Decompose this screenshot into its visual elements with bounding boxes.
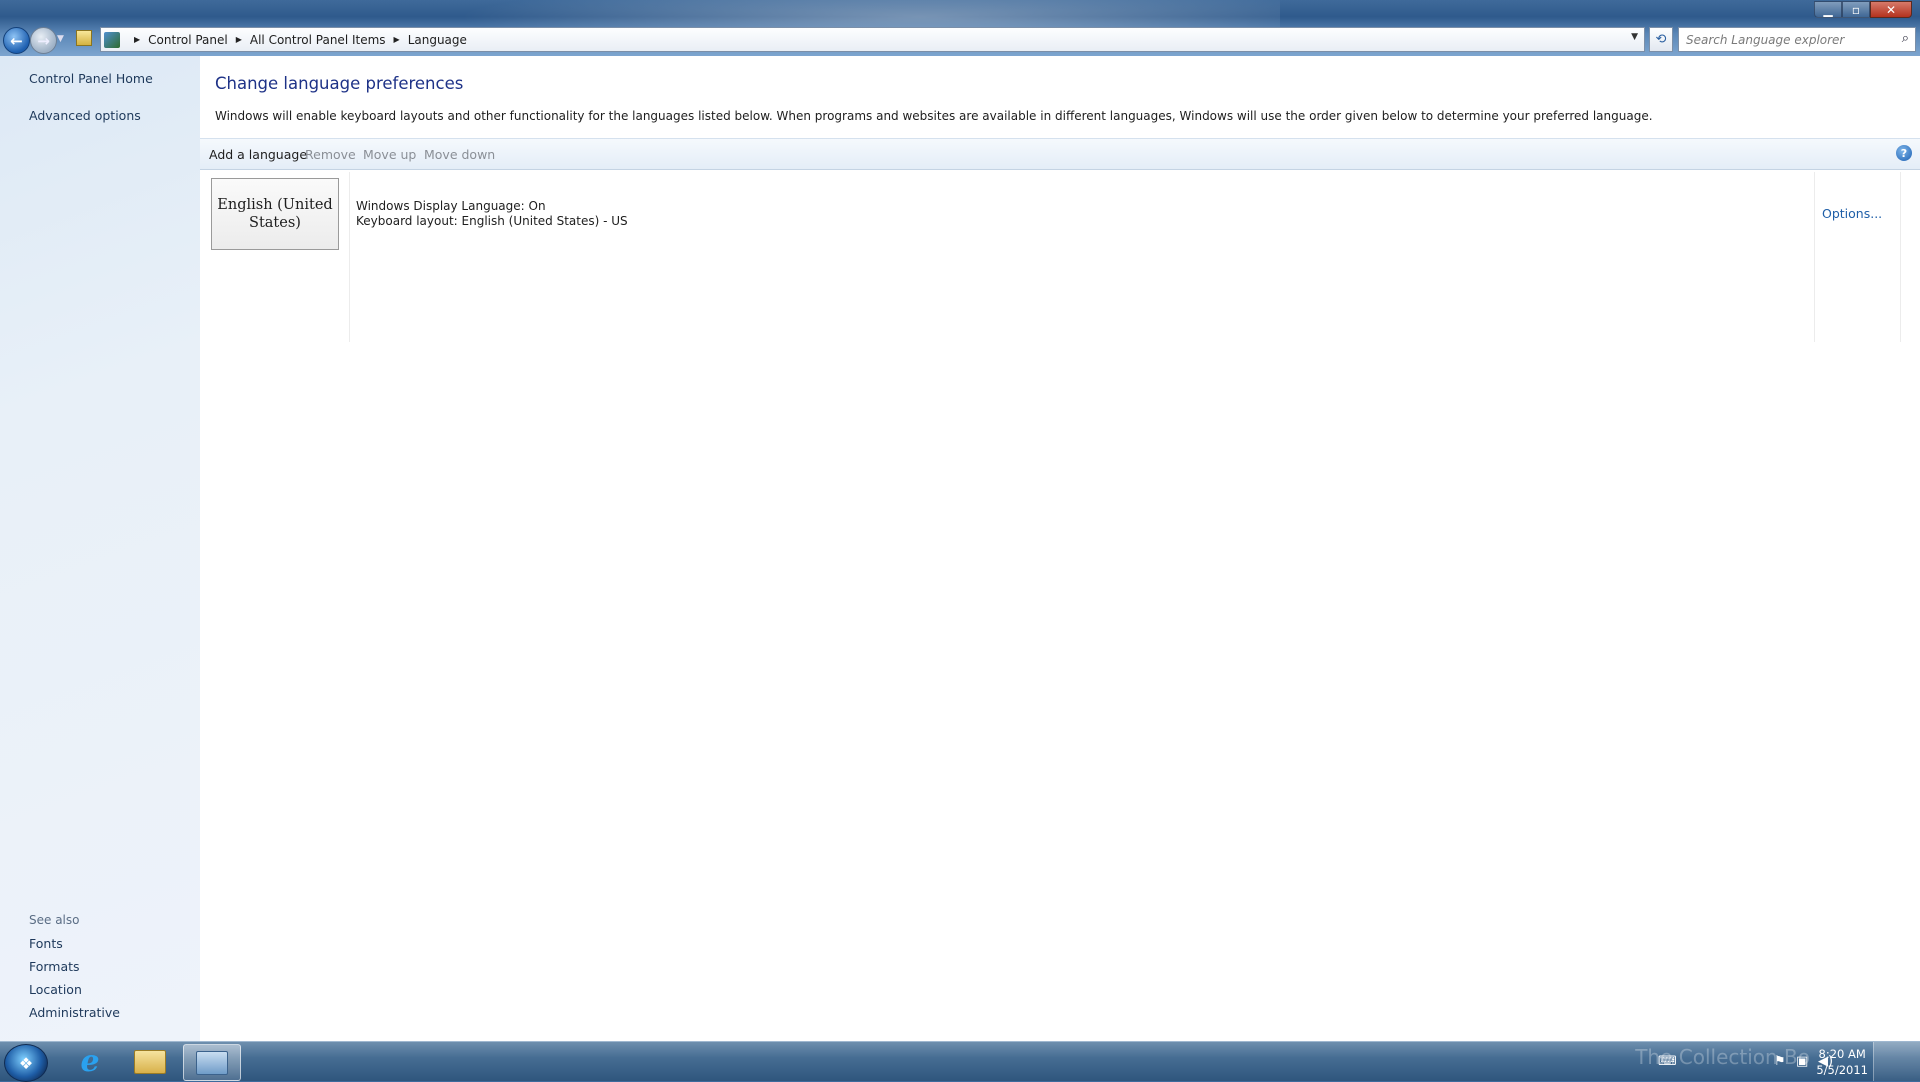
folder-icon	[134, 1049, 166, 1074]
folder-up-icon[interactable]	[76, 30, 92, 46]
sidebar-link-control-panel-home[interactable]: Control Panel Home	[29, 71, 153, 86]
column-divider	[1900, 172, 1901, 342]
see-also-link-fonts[interactable]: Fonts	[29, 936, 63, 951]
maximize-icon: ▫	[1851, 2, 1861, 17]
sidebar-link-advanced-options[interactable]: Advanced options	[29, 108, 141, 123]
breadcrumb-control-panel[interactable]: Control Panel	[148, 33, 228, 47]
minimize-button[interactable]: ▁	[1814, 1, 1842, 18]
left-navigation-pane: Control Panel Home Advanced options See …	[0, 56, 200, 1041]
search-icon[interactable]: ⌕	[1902, 31, 1909, 46]
taskbar: ❖ e The Collection Bo ⌨ ⚑ ▣ ◀) 8:20 AM 5…	[0, 1041, 1920, 1082]
chevron-down-icon: ▼	[57, 34, 64, 44]
network-icon[interactable]: ▣	[1796, 1054, 1808, 1069]
display-language-status: Windows Display Language: On	[356, 199, 546, 213]
language-list-item[interactable]: English (United States) Windows Display …	[200, 172, 1901, 342]
forward-arrow-icon: →	[37, 31, 50, 50]
page-title: Change language preferences	[215, 74, 464, 93]
close-button[interactable]: ✕	[1870, 1, 1912, 18]
remove-button[interactable]: Remove	[305, 147, 356, 162]
window-controls: ▁ ▫ ✕	[1814, 1, 1912, 18]
close-icon: ✕	[1885, 2, 1897, 17]
maximize-button[interactable]: ▫	[1842, 1, 1870, 18]
address-dropdown-icon[interactable]: ▼	[1631, 32, 1638, 42]
taskbar-internet-explorer[interactable]: e	[62, 1044, 118, 1079]
help-icon[interactable]: ?	[1896, 145, 1912, 161]
recent-pages-dropdown[interactable]: ▼	[57, 34, 64, 44]
clock-time: 8:20 AM	[1818, 1047, 1866, 1061]
language-toolbar: Add a language Remove Move up Move down …	[200, 138, 1920, 170]
show-desktop-button[interactable]	[1873, 1042, 1920, 1081]
breadcrumb-all-items[interactable]: All Control Panel Items	[250, 33, 386, 47]
minimize-icon: ▁	[1823, 2, 1833, 17]
move-down-button[interactable]: Move down	[424, 147, 495, 162]
control-panel-icon	[104, 31, 120, 48]
back-button[interactable]: ←	[3, 27, 30, 54]
column-divider	[349, 172, 350, 342]
see-also-link-formats[interactable]: Formats	[29, 959, 80, 974]
windows-logo-icon: ❖	[18, 1053, 34, 1073]
clock-date: 5/5/2011	[1816, 1063, 1868, 1077]
main-content: Change language preferences Windows will…	[200, 56, 1920, 1041]
internet-explorer-icon: e	[80, 1044, 100, 1079]
back-arrow-icon: ←	[10, 31, 23, 50]
language-options-link[interactable]: Options...	[1822, 206, 1882, 221]
column-divider	[1814, 172, 1815, 342]
see-also-link-location[interactable]: Location	[29, 982, 82, 997]
search-box[interactable]: ⌕	[1678, 27, 1916, 52]
refresh-button[interactable]: ⟲	[1649, 27, 1673, 52]
address-bar[interactable]: ▶ Control Panel ▶ All Control Panel Item…	[100, 27, 1645, 52]
action-center-flag-icon[interactable]: ⚑	[1774, 1054, 1786, 1069]
start-button[interactable]: ❖	[4, 1044, 48, 1082]
breadcrumb-chevron-icon[interactable]: ▶	[236, 35, 242, 44]
keyboard-language-icon[interactable]: ⌨	[1658, 1054, 1677, 1069]
language-tile[interactable]: English (United States)	[211, 178, 339, 250]
see-also-link-administrative[interactable]: Administrative	[29, 1005, 120, 1020]
taskbar-control-panel[interactable]	[183, 1044, 241, 1081]
keyboard-layout-info: Keyboard layout: English (United States)…	[356, 214, 628, 228]
breadcrumb-language[interactable]: Language	[408, 33, 467, 47]
language-tile-name-line1: English (United	[217, 197, 333, 213]
search-input[interactable]	[1684, 31, 1888, 48]
breadcrumb-chevron-icon[interactable]: ▶	[134, 35, 140, 44]
language-details: Windows Display Language: On Keyboard la…	[356, 199, 628, 229]
breadcrumb-chevron-icon[interactable]: ▶	[394, 35, 400, 44]
language-tile-name-line2: States)	[249, 215, 301, 231]
control-panel-icon	[196, 1050, 228, 1075]
see-also-heading: See also	[29, 913, 80, 927]
forward-button[interactable]: →	[30, 27, 57, 54]
taskbar-windows-explorer[interactable]	[122, 1044, 178, 1079]
system-tray: The Collection Bo ⌨ ⚑ ▣ ◀) 8:20 AM 5/5/2…	[1635, 1042, 1920, 1081]
page-description: Windows will enable keyboard layouts and…	[215, 109, 1653, 123]
move-up-button[interactable]: Move up	[363, 147, 416, 162]
taskbar-clock[interactable]: 8:20 AM 5/5/2011	[1816, 1046, 1868, 1078]
add-language-button[interactable]: Add a language	[209, 147, 307, 162]
refresh-icon: ⟲	[1655, 32, 1667, 47]
